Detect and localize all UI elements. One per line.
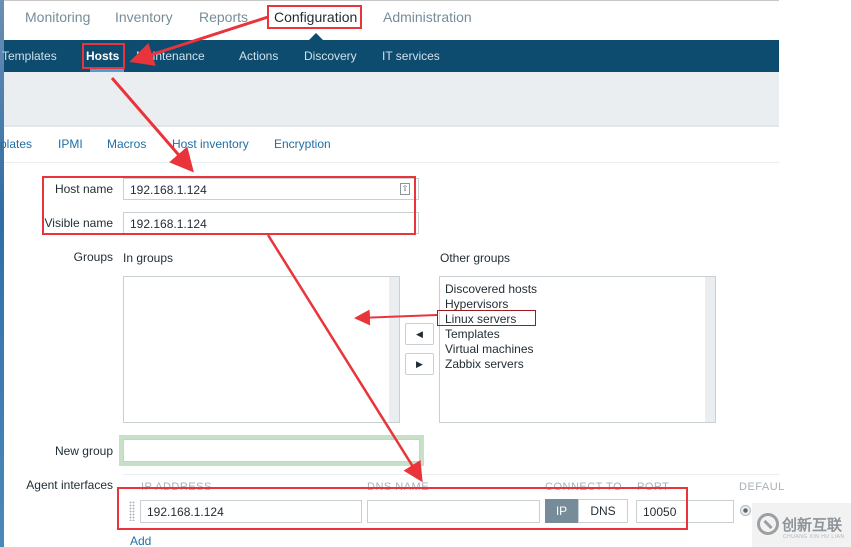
list-item[interactable]: Virtual machines — [440, 342, 537, 357]
tab-encryption[interactable]: Encryption — [274, 137, 331, 151]
watermark-text: 创新互联 — [782, 517, 843, 534]
tab-host-inventory[interactable]: Host inventory — [172, 137, 249, 151]
annotation-box-hosts — [82, 43, 125, 69]
list-item[interactable]: Discovered hosts — [440, 282, 537, 297]
subnav-maintenance[interactable]: Maintenance — [136, 49, 205, 63]
other-groups-label: Other groups — [440, 251, 511, 265]
tab-macros[interactable]: Macros — [107, 137, 146, 151]
subnav-actions[interactable]: Actions — [239, 49, 278, 63]
annotation-box-names — [42, 176, 416, 235]
subnav-it-services[interactable]: IT services — [382, 49, 440, 63]
arrow-left-icon: ◀ — [416, 329, 423, 339]
subnav-templates[interactable]: Templates — [2, 49, 57, 63]
new-group-label: New group — [54, 444, 113, 458]
form-tabs: plates IPMI Macros Host inventory Encryp… — [0, 127, 779, 163]
move-left-button[interactable]: ◀ — [405, 323, 434, 345]
in-groups-label: In groups — [123, 251, 174, 265]
annotation-box-configuration — [267, 5, 362, 29]
new-group-field — [119, 435, 424, 466]
scrollbar[interactable] — [389, 277, 399, 422]
tab-ipmi[interactable]: IPMI — [58, 137, 83, 151]
add-interface-link[interactable]: Add — [130, 534, 151, 547]
watermark-logo-icon — [757, 513, 779, 535]
divider — [123, 474, 779, 475]
default-interface-radio[interactable] — [740, 505, 751, 516]
watermark-subtext: CHUANG XIN HU LIAN — [783, 534, 845, 540]
move-right-button[interactable]: ▶ — [405, 353, 434, 375]
new-group-input[interactable] — [123, 439, 420, 462]
other-groups-options: Discovered hosts Hypervisors Linux serve… — [440, 282, 537, 372]
annotation-box-linux-servers — [437, 310, 536, 326]
list-item[interactable]: Zabbix servers — [440, 357, 537, 372]
watermark: 创新互联 CHUANG XIN HU LIAN — [752, 503, 851, 547]
list-item[interactable]: Templates — [440, 327, 537, 342]
scrollbar[interactable] — [705, 277, 715, 422]
nav-inventory[interactable]: Inventory — [115, 9, 173, 25]
nav-caret-icon — [309, 33, 323, 40]
nav-monitoring[interactable]: Monitoring — [25, 9, 90, 25]
nav-reports[interactable]: Reports — [199, 9, 248, 25]
in-groups-list[interactable] — [123, 276, 400, 423]
annotation-box-interface — [117, 487, 688, 530]
subnav-discovery[interactable]: Discovery — [304, 49, 357, 63]
groups-label: Groups — [73, 250, 113, 264]
arrow-right-icon: ▶ — [416, 359, 423, 369]
agent-interfaces-label: Agent interfaces — [26, 478, 113, 492]
nav-administration[interactable]: Administration — [383, 9, 472, 25]
header-default: DEFAUL — [739, 481, 785, 493]
other-groups-list[interactable]: Discovered hosts Hypervisors Linux serve… — [439, 276, 716, 423]
page-header — [4, 72, 779, 127]
tab-templates[interactable]: plates — [0, 137, 32, 151]
top-nav: Monitoring Inventory Reports Configurati… — [4, 0, 779, 40]
